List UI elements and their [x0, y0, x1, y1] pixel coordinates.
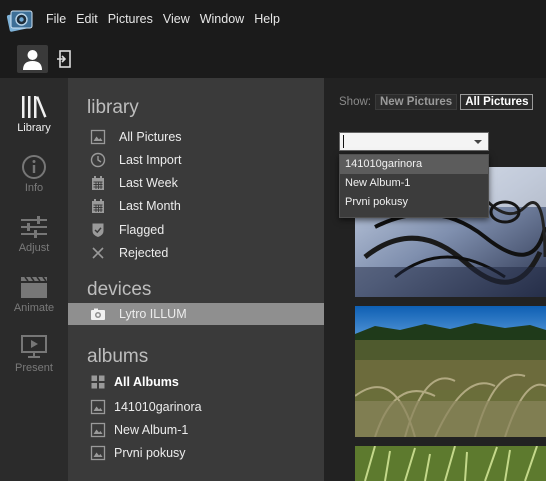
rail-item-library[interactable]: Library	[0, 84, 68, 144]
picture-icon	[90, 129, 106, 145]
app-logo-icon	[6, 10, 33, 32]
rail-label: Present	[15, 362, 53, 374]
rail-label: Adjust	[18, 242, 50, 254]
menu-file[interactable]: File	[46, 12, 66, 26]
library-item-last-import[interactable]: Last Import	[68, 149, 324, 171]
devices-heading: devices	[87, 279, 152, 300]
rail-item-info[interactable]: Info	[0, 144, 68, 204]
menu-pictures[interactable]: Pictures	[108, 12, 153, 26]
library-heading: library	[87, 97, 139, 118]
exit-icon[interactable]	[56, 50, 72, 68]
menu-help[interactable]: Help	[254, 12, 280, 26]
user-button[interactable]	[17, 45, 48, 73]
library-icon	[22, 96, 47, 118]
flag-shield-icon	[92, 223, 104, 237]
info-icon	[22, 155, 46, 179]
camera-icon	[91, 308, 105, 320]
clock-icon	[90, 152, 106, 168]
dropdown-option[interactable]: 141010garinora	[340, 155, 488, 174]
library-item-label: Last Import	[119, 153, 182, 167]
show-label: Show:	[339, 96, 371, 108]
grid-icon	[91, 375, 105, 389]
sliders-icon	[21, 216, 47, 238]
user-icon	[23, 50, 42, 70]
album-item-all-albums[interactable]: All Albums	[68, 371, 324, 393]
rail-label: Animate	[13, 302, 55, 314]
library-item-label: Flagged	[119, 223, 165, 237]
picture-thumbnail[interactable]	[355, 306, 546, 437]
rail-item-present[interactable]: Present	[0, 324, 68, 384]
library-panel: library All Pictures Last Import Last We…	[68, 78, 324, 481]
picture-browser: Show: New Pictures All Pictures 141010ga…	[324, 78, 546, 481]
picture-icon	[90, 445, 106, 461]
dropdown-option[interactable]: Prvni pokusy	[340, 193, 488, 212]
library-item-label: Last Month	[119, 199, 181, 213]
rail-label: Info	[24, 182, 44, 194]
picture-icon	[90, 422, 106, 438]
album-item-prvni-pokusy[interactable]: Prvni pokusy	[68, 442, 324, 464]
album-item-label: New Album-1	[114, 423, 189, 437]
rail-label: Library	[17, 122, 51, 134]
text-caret	[343, 135, 344, 148]
album-dropdown-list: 141010garinora New Album-1 Prvni pokusy	[339, 154, 489, 218]
present-icon	[21, 335, 47, 358]
library-item-rejected[interactable]: Rejected	[68, 242, 324, 264]
picture-icon	[90, 399, 106, 415]
clapper-icon	[21, 276, 47, 298]
albums-heading: albums	[87, 346, 149, 367]
show-new-pictures-button[interactable]: New Pictures	[374, 94, 458, 110]
library-item-last-month[interactable]: Last Month	[68, 195, 324, 217]
album-item-label: 141010garinora	[114, 400, 202, 414]
menu-window[interactable]: Window	[200, 12, 244, 26]
menu-edit[interactable]: Edit	[76, 12, 98, 26]
dropdown-option[interactable]: New Album-1	[340, 174, 488, 193]
module-rail: Library Info Adjust Animate Present	[0, 78, 68, 481]
library-item-label: Rejected	[119, 246, 169, 260]
main-menu: File Edit Pictures View Window Help	[46, 12, 290, 26]
show-all-pictures-button[interactable]: All Pictures	[460, 94, 534, 110]
album-item-141010garinora[interactable]: 141010garinora	[68, 396, 324, 418]
chevron-down-icon[interactable]	[474, 140, 482, 144]
library-item-flagged[interactable]: Flagged	[68, 219, 324, 241]
show-filter: Show: New Pictures All Pictures	[339, 94, 536, 110]
menu-view[interactable]: View	[163, 12, 190, 26]
x-icon	[92, 247, 104, 259]
rail-item-adjust[interactable]: Adjust	[0, 204, 68, 264]
album-item-label: Prvni pokusy	[114, 446, 186, 460]
menu-bar: File Edit Pictures View Window Help	[0, 0, 546, 40]
library-item-label: Last Week	[119, 176, 178, 190]
device-item-label: Lytro ILLUM	[119, 307, 187, 321]
album-item-new-album-1[interactable]: New Album-1	[68, 419, 324, 441]
toolbar	[0, 40, 546, 78]
device-item-lytro-illum[interactable]: Lytro ILLUM	[68, 303, 324, 325]
calendar-icon	[92, 199, 104, 213]
album-item-label: All Albums	[114, 375, 179, 389]
library-item-last-week[interactable]: Last Week	[68, 172, 324, 194]
album-select[interactable]	[339, 132, 489, 151]
picture-thumbnail[interactable]	[355, 446, 546, 481]
calendar-icon	[92, 176, 104, 190]
library-item-all-pictures[interactable]: All Pictures	[68, 126, 324, 148]
library-item-label: All Pictures	[119, 130, 182, 144]
rail-item-animate[interactable]: Animate	[0, 264, 68, 324]
